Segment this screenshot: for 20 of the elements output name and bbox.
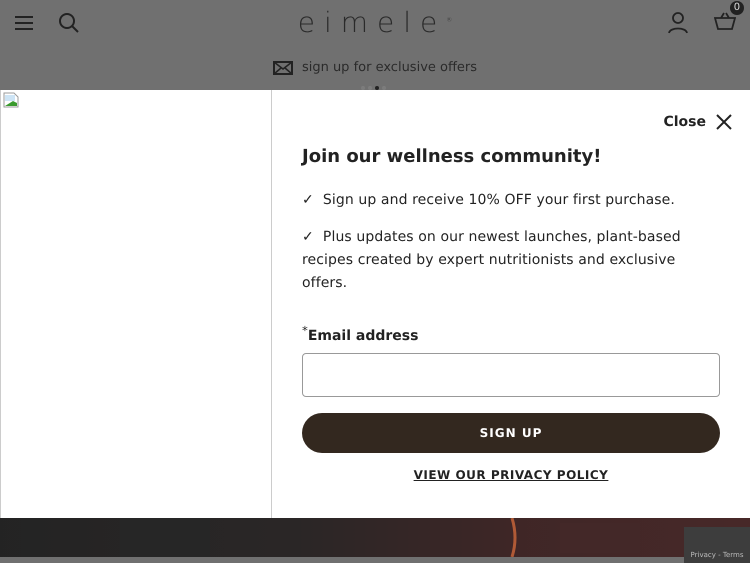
modal-title: Join our wellness community! xyxy=(302,146,602,167)
logo[interactable]: eimele$^{®}$ xyxy=(298,6,452,39)
email-label: $^{*}$Email address xyxy=(302,323,420,344)
envelope-icon xyxy=(272,60,293,74)
cart-count-badge: 0 xyxy=(730,0,744,14)
sign-up-button[interactable]: SIGN UP xyxy=(302,412,720,453)
carousel-dot[interactable] xyxy=(375,86,379,90)
carousel-dot[interactable] xyxy=(382,86,386,90)
basket-icon[interactable] xyxy=(714,12,736,30)
carousel-dot[interactable] xyxy=(368,86,372,90)
benefit-text: ✓ Plus updates on our newest launches, plant-based recipes created by expert nutritionists and exclusive offers. xyxy=(302,228,682,293)
privacy-policy-link[interactable]: VIEW OUR PRIVACY POLICY xyxy=(414,468,608,482)
close-button[interactable]: Close xyxy=(663,114,732,130)
search-icon[interactable] xyxy=(58,12,80,34)
close-icon xyxy=(716,114,732,130)
account-icon[interactable] xyxy=(668,12,688,34)
benefit-text: ✓ Sign up and receive 10% OFF your first purchase. xyxy=(302,191,676,210)
email-input[interactable] xyxy=(302,352,720,397)
menu-icon[interactable] xyxy=(14,14,34,30)
carousel-dot[interactable] xyxy=(361,86,365,90)
